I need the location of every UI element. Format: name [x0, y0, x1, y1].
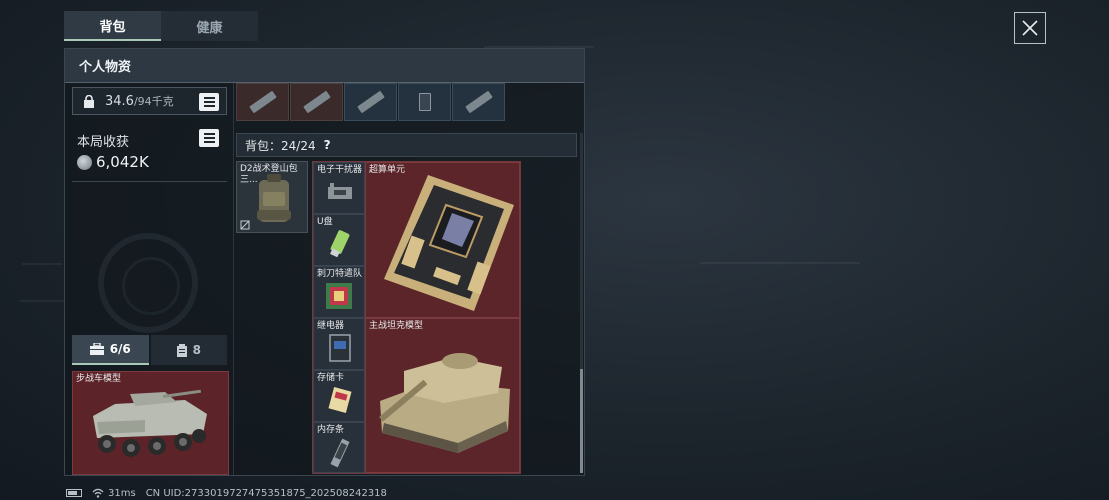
- coin-icon: [77, 154, 92, 170]
- close-button[interactable]: [1014, 12, 1046, 44]
- tab-backpack[interactable]: 背包: [64, 11, 161, 41]
- equipped-slot[interactable]: [398, 83, 451, 121]
- item-usb[interactable]: U盘: [313, 214, 365, 266]
- earnings-value: 6,042K: [77, 153, 149, 171]
- backpack-capacity: 背包：24/24: [245, 138, 316, 153]
- earnings-list-button[interactable]: [199, 129, 219, 147]
- scroll-thumb[interactable]: [580, 369, 583, 473]
- tab-health-label: 健康: [196, 20, 223, 36]
- divider: [72, 181, 227, 182]
- item-badge[interactable]: 刺刀特遣队: [313, 266, 365, 318]
- item-tank-label: 主战坦克模型: [369, 321, 424, 331]
- subtab-canister-label: 8: [192, 343, 201, 357]
- vehicle-label: 步战车模型: [76, 374, 122, 384]
- equipped-slot[interactable]: [452, 83, 505, 121]
- ping-text: 31ms: [108, 487, 136, 499]
- subtab-toolbox[interactable]: 6/6: [72, 335, 149, 365]
- vehicle-slot[interactable]: 步战车模型: [72, 371, 229, 475]
- equipped-slot[interactable]: [236, 83, 289, 121]
- item-tank-model[interactable]: 主战坦克模型: [365, 318, 520, 473]
- jammer-icon: [328, 183, 352, 199]
- weight-max: /94千克: [133, 95, 174, 108]
- relay-icon: [329, 334, 351, 362]
- item-usb-label: U盘: [317, 217, 333, 227]
- battery-icon: [66, 489, 82, 497]
- backpack-scrollbar[interactable]: [580, 133, 583, 473]
- tank-model-icon: [379, 353, 510, 453]
- tab-backpack-label: 背包: [99, 19, 126, 35]
- canister-icon: [176, 343, 187, 357]
- item-memory-card[interactable]: 存储卡: [313, 370, 365, 422]
- main-tabs: 背包 健康: [64, 11, 258, 41]
- backpack-capacity-bar: 背包：24/24 ?: [236, 133, 577, 157]
- item-jammer-label: 电子干扰器: [317, 165, 363, 175]
- help-icon[interactable]: ?: [324, 138, 331, 152]
- wifi-icon: [92, 488, 104, 498]
- close-icon: [1022, 20, 1038, 36]
- status-bar: 31ms CN UID:2733019727475351875_20250824…: [66, 486, 387, 500]
- item-badge-label: 刺刀特遣队: [317, 269, 363, 279]
- item-ram-label: 内存条: [317, 425, 345, 435]
- ram-stick-icon: [330, 438, 350, 468]
- item-relay[interactable]: 继电器: [313, 318, 365, 370]
- item-supercompute-unit[interactable]: 超算单元: [365, 162, 520, 318]
- toolbox-icon: [89, 343, 104, 355]
- equipped-strip: [236, 83, 505, 121]
- earnings-label: 本局收获: [77, 135, 130, 150]
- badge-icon: [326, 283, 352, 309]
- inventory-panel: 个人物资 34.6 /94千克 本局收获 6,042K 6/6 8 步战车模型 …: [64, 48, 585, 476]
- equipped-slot[interactable]: [290, 83, 343, 121]
- left-column: 34.6 /94千克 本局收获 6,042K 6/6 8 步战车模型: [65, 83, 233, 475]
- uid-text: CN UID:2733019727475351875_202508242318: [145, 487, 387, 499]
- item-relay-label: 继电器: [317, 321, 345, 331]
- equipment-subtabs: 6/6 8: [72, 335, 227, 365]
- subtab-canister[interactable]: 8: [150, 335, 227, 365]
- tab-health[interactable]: 健康: [161, 11, 258, 41]
- equipped-slot[interactable]: [344, 83, 397, 121]
- weight-list-button[interactable]: [199, 93, 219, 111]
- emblem-watermark: [98, 233, 198, 333]
- memory-card-icon: [328, 387, 352, 413]
- backpack-column: 背包：24/24 ? D2战术登山包 三... 电子干扰器 U盘 刺刀特遣队 继…: [233, 83, 584, 475]
- weight-current: 34.6: [105, 93, 134, 109]
- panel-title: 个人物资: [65, 49, 584, 83]
- usb-drive-icon: [330, 230, 350, 258]
- ifv-model-icon: [93, 389, 207, 457]
- item-ram[interactable]: 内存条: [313, 422, 365, 473]
- backpack-grid: 电子干扰器 U盘 刺刀特遣队 继电器 存储卡 内存条 超算单元 主战坦克模型: [312, 161, 521, 474]
- backpack-icon: [257, 174, 291, 222]
- earnings-amount: 6,042K: [96, 153, 149, 171]
- item-jammer[interactable]: 电子干扰器: [313, 162, 365, 214]
- unlock-icon: [240, 220, 250, 230]
- bag-slot[interactable]: D2战术登山包 三...: [236, 161, 308, 233]
- subtab-toolbox-label: 6/6: [109, 342, 131, 356]
- circuit-board-icon: [384, 175, 514, 311]
- item-memory-card-label: 存储卡: [317, 373, 345, 383]
- lock-icon: [84, 94, 94, 108]
